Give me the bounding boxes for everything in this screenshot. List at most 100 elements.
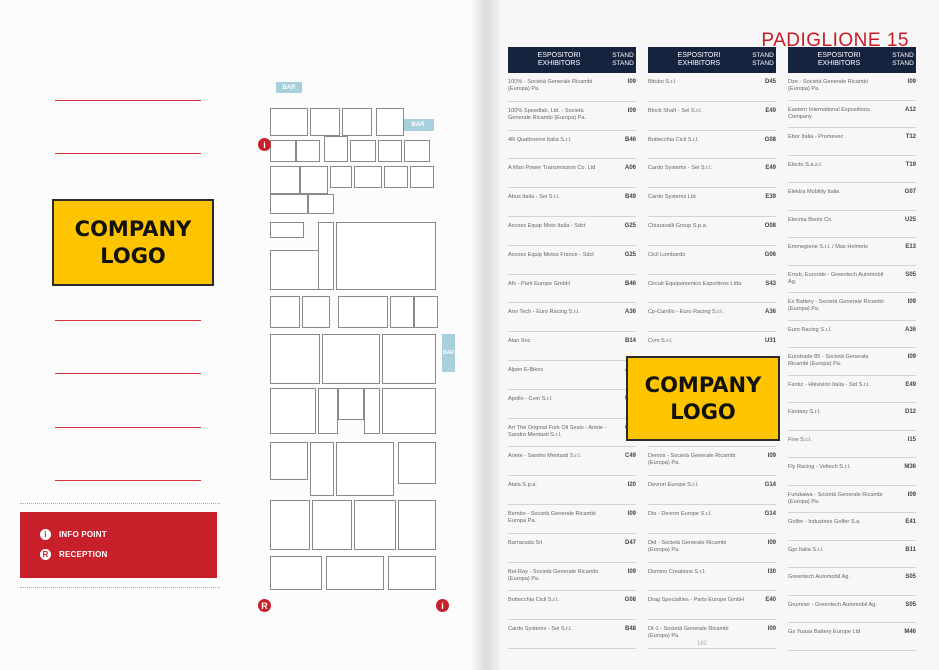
table-row: Five S.r.l. I15 [788, 431, 916, 458]
separator-line [55, 373, 201, 374]
exhibitor-name: 100% - Società Generale Ricambi (Europa)… [508, 79, 593, 92]
exhibitor-name: Greentech Automobil Ag. [788, 574, 850, 580]
stand-code: G14 [764, 510, 776, 517]
table-row: Devron Europe S.r.l. G14 [648, 476, 776, 505]
exhibitor-name: Golfer - Industries Golfer S.a. [788, 519, 861, 525]
table-row: Atala S.p.a. I20 [508, 476, 636, 505]
exhibitor-name: Gpr Italia S.r.l. [788, 546, 824, 553]
table-row: Access Equip Motos France - Sdct G25 [508, 246, 636, 275]
stand-code: I09 [767, 539, 776, 546]
header-stand-en: STAND [612, 60, 634, 67]
exhibitor-name: Bel-Ray - Società Generale Ricambi (Euro… [508, 568, 598, 582]
stand-block [270, 108, 308, 136]
table-row: Bel-Ray - Società Generale Ricambi (Euro… [508, 563, 636, 592]
header-exhibitors-en: EXHIBITORS [817, 60, 861, 67]
exhibitor-name: Bitubo S.r.l. [648, 79, 677, 85]
table-row: Cp-Carrillo - Euro Racing S.r.l. A36 [648, 303, 776, 333]
stand-code: E41 [905, 519, 916, 525]
stand-code: I09 [767, 626, 776, 633]
exhibitor-name: Circuit Equipamentos Esportivos Ltda [648, 280, 742, 287]
table-row: Ex Battery - Società Generale Ricambi (E… [788, 293, 916, 321]
stand-code: I15 [907, 436, 916, 443]
exhibitor-name: Did - Società Generale Ricambi (Europa) … [648, 539, 727, 553]
table-row: Cardo Systems Ltd E39 [648, 188, 776, 217]
stand-code: G08 [764, 136, 776, 143]
stand-block [354, 500, 396, 550]
stand-code: M36 [904, 464, 916, 470]
stand-code: O08 [764, 222, 776, 229]
table-row: Cicli Lombardo G06 [648, 246, 776, 275]
floor-plan: BAR BAR BAR i R i [258, 82, 464, 622]
table-row: Dts - Devron Europe S.r.l. G14 [648, 505, 776, 534]
stand-code: I09 [627, 107, 636, 114]
table-row: Fantasy S.r.l. D12 [788, 403, 916, 431]
exhibitor-name: A Man Power Transmission Co. Ltd [508, 165, 596, 172]
dotted-divider [20, 587, 220, 588]
stand-code: G25 [624, 251, 636, 258]
stand-code: S05 [905, 574, 916, 580]
stand-block [318, 388, 338, 434]
company-logo-left: COMPANY LOGO [52, 199, 214, 286]
stand-code: S05 [905, 271, 916, 278]
stand-block [270, 334, 320, 384]
table-row: Electo S.a.s.l. T19 [788, 156, 916, 183]
stand-block [354, 166, 382, 188]
table-row: Dennis - Società Generale Ricambi (Europ… [648, 447, 776, 477]
exhibitor-name: Cardo Systems - Sei S.r.l. [648, 165, 713, 172]
stand-block [310, 108, 340, 136]
exhibitor-name: Art The Original Fork Oil Seals - Ariete… [508, 424, 607, 438]
stand-code: S43 [765, 280, 776, 287]
stand-block [414, 296, 438, 328]
stand-block [296, 140, 320, 162]
table-row: Euro Racing S.r.l. A36 [788, 321, 916, 348]
stand-block [388, 556, 436, 590]
stand-block [322, 334, 380, 384]
stand-block [270, 388, 316, 434]
exhibitor-name: Devron Europe S.r.l. [648, 482, 699, 489]
table-row: Circuit Equipamentos Esportivos Ltda S43 [648, 275, 776, 304]
info-icon: i [40, 529, 51, 540]
separator-line [55, 427, 201, 428]
bar-label-side: BAR [442, 334, 455, 372]
table-row: Ann Tech - Euro Racing S.r.l. A36 [508, 303, 636, 333]
exhibitor-name: Alan Snc [508, 338, 531, 345]
table-row: Alan Snc B14 [508, 332, 636, 361]
separator-line [55, 480, 201, 481]
exhibitor-name: Dts - Devron Europe S.r.l. [648, 510, 712, 517]
stand-block [378, 140, 402, 162]
stand-block [326, 556, 384, 590]
table-row: Bembo - Società Generale Ricambi Europa … [508, 505, 636, 534]
stand-code: T12 [905, 134, 916, 140]
stand-code: D12 [904, 409, 916, 415]
exhibitor-name: Furukawa - Società Generale Ricambi (Eur… [788, 491, 883, 505]
table-row: Apollo - Cvm S.r.l.U31 [508, 390, 636, 419]
stand-code: G06 [764, 251, 776, 258]
stand-code: T19 [905, 161, 916, 168]
exhibitor-table-col-1: ESPOSITORI EXHIBITORS STAND STAND 100% - S… [508, 47, 636, 649]
stand-block [384, 166, 408, 188]
exhibitor-name: Grumner - Greentech Automobil Ag. [788, 601, 877, 608]
exhibitor-name: Barracuda Srl [508, 539, 543, 546]
table-row: Dt-1 - Società Generale Ricambi (Europa)… [648, 620, 776, 649]
stand-block [270, 296, 300, 328]
stand-code: A36 [624, 309, 636, 316]
stand-block [318, 222, 334, 290]
stand-code: C49 [624, 453, 636, 460]
stand-block [376, 108, 404, 136]
table-row: Cardo Systems - Sei S.r.l. E49 [648, 159, 776, 189]
stand-code: G08 [624, 597, 636, 604]
stand-block [382, 388, 436, 434]
header-stand-en: STAND [892, 60, 914, 67]
exhibitor-name: Erreb, Euroride - Greentech Automobil Ag… [788, 271, 884, 285]
exhibitor-name: Access Equip Moto Italia - Sdct [508, 222, 586, 229]
stand-code: B46 [624, 136, 636, 143]
stand-code: G14 [764, 482, 776, 489]
table-header: ESPOSITORI EXHIBITORS STAND STAND [508, 47, 636, 73]
stand-code: D45 [764, 79, 776, 85]
exhibitor-name: Fantasy S.r.l. [788, 409, 821, 415]
stand-code: E49 [765, 107, 776, 114]
exhibitor-name: Alpen E-Bikes [508, 366, 544, 373]
stand-code: I20 [627, 482, 636, 489]
exhibitor-name: Fantiz - Hikvision Italia - Sid S.r.l. [788, 381, 870, 388]
exhibitor-name: Cvm S.r.l. [648, 338, 673, 345]
